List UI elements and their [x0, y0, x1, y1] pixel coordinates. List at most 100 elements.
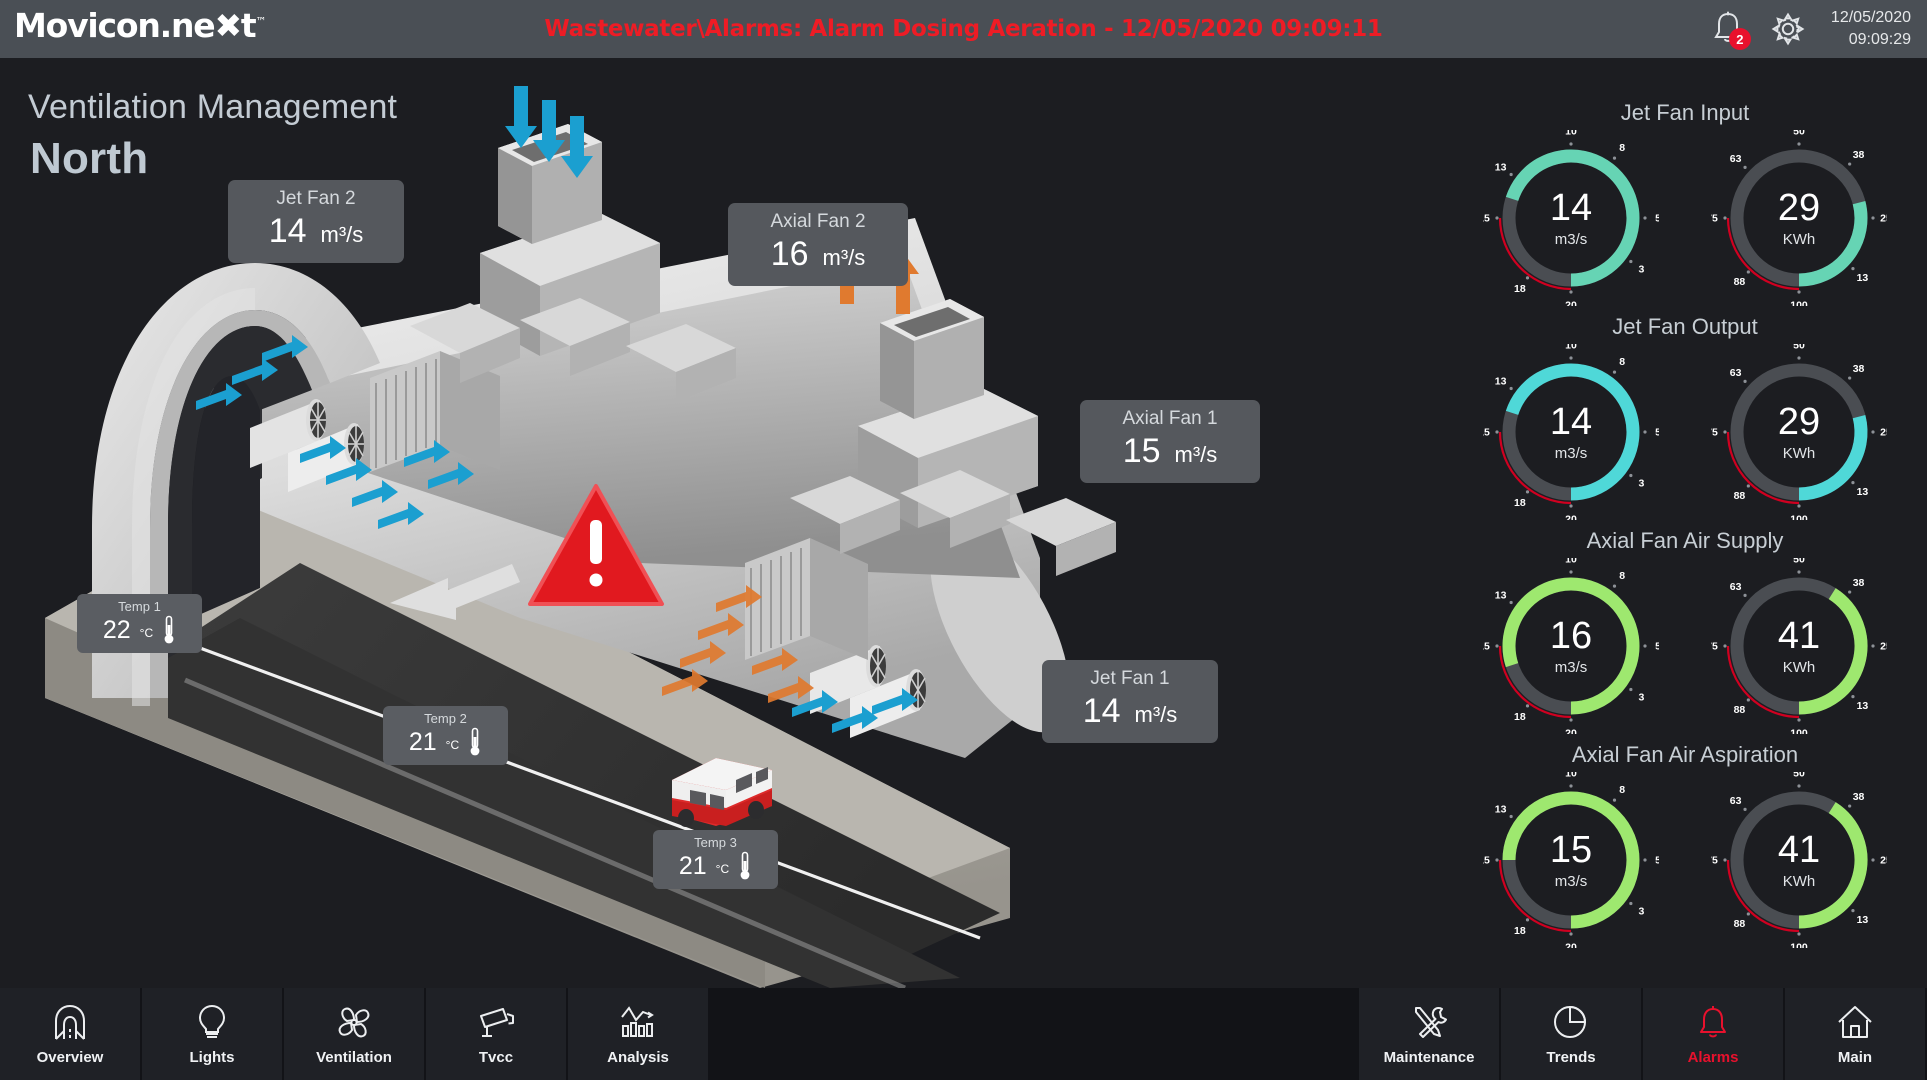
camera-icon	[475, 1003, 517, 1041]
card-jet-fan-2-unit: m³/s	[320, 222, 364, 247]
gauge[interactable]: 358101315182014m3/s	[1483, 130, 1659, 306]
nav-item-ventilation[interactable]: Ventilation	[284, 988, 426, 1080]
card-jet-fan-1-label: Jet Fan 1	[1090, 668, 1170, 689]
gauge-readout: 29 KWh	[1711, 344, 1887, 520]
thermometer-icon	[740, 851, 750, 880]
bell-icon	[1695, 1003, 1731, 1041]
gauge-row: 358101315182016m3/s 1325385063758810041KW…	[1455, 558, 1915, 734]
nav-item-main[interactable]: Main	[1785, 988, 1927, 1080]
active-alarm-banner: Wastewater\Alarms: Alarm Dosing Aeration…	[544, 16, 1383, 42]
card-temp-1-unit: °C	[139, 626, 154, 640]
nav-item-tvcc[interactable]: Tvcc	[426, 988, 568, 1080]
card-temp-1[interactable]: Temp 1 22 °C	[77, 594, 202, 653]
gauge-group-1: Jet Fan Input 358101315182014m3/s 13253850…	[1455, 100, 1915, 306]
card-axial-fan-2-value: 16	[770, 235, 809, 273]
nav-item-lights-label: Lights	[189, 1048, 235, 1066]
gauge-group-2: Jet Fan Output 358101315182014m3/s 1325385…	[1455, 314, 1915, 520]
card-jet-fan-1-unit: m³/s	[1134, 702, 1178, 727]
tools-icon	[1408, 1003, 1450, 1041]
gauge-row: 358101315182014m3/s 1325385063758810029KW…	[1455, 130, 1915, 306]
gauge-value: 41	[1777, 614, 1821, 657]
gauge-unit: m3/s	[1554, 872, 1588, 890]
nav-item-main-label: Main	[1837, 1048, 1873, 1066]
gauge-value: 41	[1777, 828, 1821, 871]
current-date: 12/05/2020	[1830, 9, 1911, 27]
card-jet-fan-1[interactable]: Jet Fan 1 14 m³/s	[1042, 660, 1218, 743]
nav-item-alarms-label: Alarms	[1687, 1048, 1739, 1066]
card-axial-fan-2[interactable]: Axial Fan 2 16 m³/s	[728, 203, 908, 286]
thermometer-icon	[164, 615, 174, 644]
bottom-navigation-bar: Overview Lights Ventilation Tvcc Analysi…	[0, 988, 1927, 1080]
trademark-mark: ™	[255, 15, 267, 28]
gauge-unit: m3/s	[1554, 230, 1588, 248]
gauge-unit: KWh	[1782, 658, 1816, 676]
gauge-value: 16	[1549, 614, 1593, 657]
gauge-unit: m3/s	[1554, 658, 1588, 676]
logo-text: Movicon.ne✖t	[14, 6, 257, 45]
gauge-row: 358101315182015m3/s 1325385063758810041KW…	[1455, 772, 1915, 948]
gauge[interactable]: 358101315182014m3/s	[1483, 344, 1659, 520]
app-logo: Movicon.ne✖t™	[14, 6, 267, 45]
nav-item-tvcc-label: Tvcc	[478, 1048, 514, 1066]
bulb-icon	[196, 1003, 228, 1041]
nav-item-lights[interactable]: Lights	[142, 988, 284, 1080]
gauge-group-4: Axial Fan Air Aspiration 358101315182015m…	[1455, 742, 1915, 948]
card-temp-2[interactable]: Temp 2 21 °C	[383, 706, 508, 765]
gauge-group-title: Axial Fan Air Aspiration	[1571, 742, 1799, 767]
gauge[interactable]: 358101315182015m3/s	[1483, 772, 1659, 948]
card-axial-fan-1-label: Axial Fan 1	[1122, 408, 1218, 429]
chart-icon	[617, 1003, 659, 1041]
gauge[interactable]: 1325385063758810029KWh	[1711, 130, 1887, 306]
card-axial-fan-1[interactable]: Axial Fan 1 15 m³/s	[1080, 400, 1260, 483]
card-jet-fan-1-value: 14	[1082, 692, 1121, 730]
nav-item-analysis-label: Analysis	[607, 1048, 669, 1066]
card-temp-3-value: 21	[678, 851, 707, 880]
nav-item-maintenance[interactable]: Maintenance	[1359, 988, 1501, 1080]
gauge-group-title: Jet Fan Output	[1612, 314, 1758, 339]
alarm-bell-button[interactable]: 2	[1711, 10, 1751, 50]
card-axial-fan-2-label: Axial Fan 2	[770, 211, 866, 232]
card-axial-fan-1-unit: m³/s	[1174, 442, 1218, 467]
current-time: 09:09:29	[1848, 31, 1911, 48]
card-jet-fan-2[interactable]: Jet Fan 2 14 m³/s	[228, 180, 404, 263]
nav-item-analysis[interactable]: Analysis	[568, 988, 710, 1080]
gauge[interactable]: 358101315182016m3/s	[1483, 558, 1659, 734]
card-temp-3-unit: °C	[715, 862, 730, 876]
alarm-count-badge: 2	[1728, 28, 1751, 50]
pie-chart-icon	[1551, 1003, 1591, 1041]
gauge-value: 14	[1549, 400, 1593, 443]
gauge-unit: KWh	[1782, 444, 1816, 462]
gauge-readout: 16 m3/s	[1483, 558, 1659, 734]
card-axial-fan-2-unit: m³/s	[822, 245, 866, 270]
gauge-readout: 29 KWh	[1711, 130, 1887, 306]
gauge[interactable]: 1325385063758810029KWh	[1711, 344, 1887, 520]
nav-item-trends[interactable]: Trends	[1501, 988, 1643, 1080]
gauge-group-3: Axial Fan Air Supply358101315182016m3/s1…	[1455, 528, 1915, 734]
gauge-unit: KWh	[1782, 872, 1816, 890]
gauge-panel: Jet Fan Input 358101315182014m3/s 13253850…	[1455, 100, 1915, 956]
fan-icon	[333, 1003, 375, 1041]
gauge-value: 14	[1549, 186, 1593, 229]
nav-item-alarms[interactable]: Alarms	[1643, 988, 1785, 1080]
gauge-value: 29	[1777, 186, 1821, 229]
gauge-value: 15	[1549, 828, 1593, 871]
gauge-readout: 15 m3/s	[1483, 772, 1659, 948]
gauge[interactable]: 1325385063758810041KWh	[1711, 772, 1887, 948]
card-jet-fan-2-value: 14	[268, 212, 307, 250]
nav-item-ventilation-label: Ventilation	[316, 1048, 392, 1066]
top-bar: Movicon.ne✖t™ Wastewater\Alarms: Alarm D…	[0, 0, 1927, 58]
card-temp-3[interactable]: Temp 3 21 °C	[653, 830, 778, 889]
card-jet-fan-2-label: Jet Fan 2	[276, 188, 356, 209]
nav-item-overview[interactable]: Overview	[0, 988, 142, 1080]
clock-display: 12/05/2020 09:09:29	[1831, 7, 1911, 50]
nav-spacer	[710, 988, 1359, 1080]
gauge-readout: 41 KWh	[1711, 558, 1887, 734]
gauge[interactable]: 1325385063758810041KWh	[1711, 558, 1887, 734]
card-temp-2-unit: °C	[445, 738, 460, 752]
card-axial-fan-1-value: 15	[1122, 432, 1161, 470]
card-temp-2-label: Temp 2	[424, 711, 467, 726]
gear-icon[interactable]	[1771, 12, 1805, 46]
gauge-readout: 14 m3/s	[1483, 130, 1659, 306]
nav-item-overview-label: Overview	[36, 1048, 104, 1066]
tunnel-icon	[50, 1003, 90, 1041]
